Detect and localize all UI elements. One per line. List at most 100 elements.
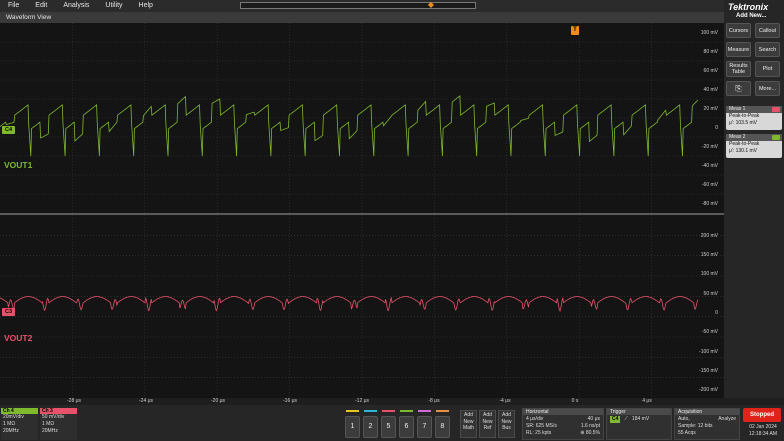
time-tick: -24 μs <box>139 398 153 404</box>
time-tick: -8 μs <box>428 398 440 404</box>
meas2-badge[interactable]: Meas 2 Peak-to-Peak μ': 130.1 mV <box>726 134 782 158</box>
meas2-type: Peak-to-Peak <box>729 141 760 147</box>
bottom-tick: -50 mV <box>701 329 718 335</box>
acquisition-badge[interactable]: Acquisition Auto, Analyze Sample: 12 bits… <box>674 408 740 440</box>
ch4-badge[interactable]: Ch 4 20mV/div 1 MΩ 20MHz <box>1 408 38 440</box>
meas2-title: Meas 2 <box>729 134 746 140</box>
meas1-badge[interactable]: Meas 1 Peak-to-Peak μ': 103.5 mV <box>726 106 782 130</box>
horizontal-title: Horizontal <box>523 409 603 415</box>
acquisition-title: Acquisition <box>675 409 739 415</box>
ch2-color-strip <box>364 410 377 412</box>
waveform-pane-bottom[interactable] <box>0 215 724 398</box>
time-per-point: 1.6 ns/pt <box>580 423 600 429</box>
channel-1-button[interactable]: 1 <box>345 416 360 438</box>
sample-rate: SR: 625 MS/s <box>526 423 557 429</box>
bottom-grid <box>0 215 724 398</box>
measure-button[interactable]: Measure <box>726 42 751 57</box>
menu-edit[interactable]: Edit <box>27 0 55 12</box>
channel-2-button[interactable]: 2 <box>363 416 378 438</box>
top-tick: 60 mV <box>703 68 718 74</box>
top-tick: -60 mV <box>701 182 718 188</box>
top-grid <box>0 23 724 213</box>
meas2-color-icon <box>772 135 780 140</box>
results-table-button[interactable]: Results Table <box>726 61 751 77</box>
record-length: RL: 25 kpts <box>526 430 552 436</box>
vout2-label: VOUT2 <box>4 333 33 343</box>
date-text: 02 Jan 2024 <box>749 424 777 430</box>
time-tick: -16 μs <box>283 398 297 404</box>
channel-6-button[interactable]: 6 <box>399 416 414 438</box>
meas1-color-icon <box>772 107 780 112</box>
vout1-label: VOUT1 <box>4 160 33 170</box>
search-button[interactable]: Search <box>755 42 780 57</box>
overview-trigger-icon[interactable]: ◆ <box>427 0 435 10</box>
trigger-badge[interactable]: Trigger C4 ⟋ 184 mV <box>606 408 672 440</box>
top-tick: 0 <box>715 125 718 131</box>
ch4-scale: 20mV/div <box>3 414 24 420</box>
date-time: 02 Jan 2024 12:18:34 AM <box>744 424 782 438</box>
ch4-bw: 20MHz <box>3 428 19 434</box>
meas1-title: Meas 1 <box>729 106 746 112</box>
menu-analysis[interactable]: Analysis <box>55 0 97 12</box>
waveform-view-title: Waveform View <box>0 12 724 23</box>
bottom-tick: 100 mV <box>700 271 718 277</box>
ch4-term: 1 MΩ <box>3 421 16 427</box>
bottom-tick: 150 mV <box>700 252 718 258</box>
run-stop-button[interactable]: Stopped <box>743 408 781 422</box>
channel-5-button[interactable]: 5 <box>381 416 396 438</box>
menu-utility[interactable]: Utility <box>97 0 130 12</box>
time-tick: -20 μs <box>211 398 225 404</box>
cursors-button[interactable]: Cursors <box>726 23 751 38</box>
waveform-pane-top[interactable] <box>0 23 724 213</box>
horizontal-duration: 40 μs <box>587 416 600 422</box>
record-overview-bar[interactable] <box>240 2 476 9</box>
brand-logo: Tektronix <box>728 2 769 12</box>
channel-7-button[interactable]: 7 <box>417 416 432 438</box>
add-new-header: Add New... <box>736 13 767 19</box>
add-new-ref-button[interactable]: Add New Ref <box>479 410 496 438</box>
menu-file[interactable]: File <box>0 0 27 12</box>
top-tick: -40 mV <box>701 163 718 169</box>
top-tick: 80 mV <box>703 49 718 55</box>
ch4-offset-badge[interactable]: C4 <box>2 126 15 134</box>
ch3-term: 1 MΩ <box>42 421 55 427</box>
time-tick: -4 μs <box>499 398 511 404</box>
ch3-scale: 50 mV/div <box>42 414 65 420</box>
menu-help[interactable]: Help <box>131 0 161 12</box>
horizontal-position: ⊕ 80.5% <box>580 430 600 436</box>
bottom-tick: 0 <box>715 310 718 316</box>
more-button[interactable]: More... <box>755 81 780 96</box>
snapshot-icon[interactable]: ⎘ <box>726 81 751 96</box>
top-tick: -80 mV <box>701 201 718 207</box>
trigger-position-marker[interactable]: T <box>571 26 579 35</box>
plot-button[interactable]: Plot <box>755 61 780 77</box>
top-tick: -20 mV <box>701 144 718 150</box>
trigger-source-badge: C4 <box>610 416 621 423</box>
meas1-type: Peak-to-Peak <box>729 113 760 119</box>
ch8-color-strip <box>436 410 449 412</box>
acq-count: 55 Acqs <box>678 430 696 436</box>
ch3-offset-badge[interactable]: C3 <box>2 308 15 316</box>
ch3-badge[interactable]: Ch 3 50 mV/div 1 MΩ 20MHz <box>40 408 77 440</box>
bottom-tick: -150 mV <box>699 368 718 374</box>
meas1-value: μ': 103.5 mV <box>729 120 758 126</box>
bottom-tick: -200 mV <box>699 387 718 393</box>
bottom-tick: 50 mV <box>703 291 718 297</box>
horizontal-scale: 4 μs/div <box>526 416 544 422</box>
ch5-color-strip <box>382 410 395 412</box>
bottom-tick: 200 mV <box>700 233 718 239</box>
bottom-tick: -100 mV <box>699 349 718 355</box>
vout2-trace <box>0 296 699 312</box>
callout-button[interactable]: Callout <box>755 23 780 38</box>
add-ref-line: Ref <box>483 425 492 431</box>
horizontal-badge[interactable]: Horizontal 4 μs/div 40 μs SR: 625 MS/s 1.6… <box>522 408 604 440</box>
add-new-bus-button[interactable]: Add New Bus <box>498 410 515 438</box>
channel-8-button[interactable]: 8 <box>435 416 450 438</box>
time-tick: 4 μs <box>642 398 652 404</box>
meas2-value: μ': 130.1 mV <box>729 148 758 154</box>
ch3-bw: 20MHz <box>42 428 58 434</box>
acq-mode: Auto, <box>678 416 690 422</box>
trigger-title: Trigger <box>607 409 671 415</box>
ch1-color-strip <box>346 410 359 412</box>
add-new-math-button[interactable]: Add New Math <box>460 410 477 438</box>
